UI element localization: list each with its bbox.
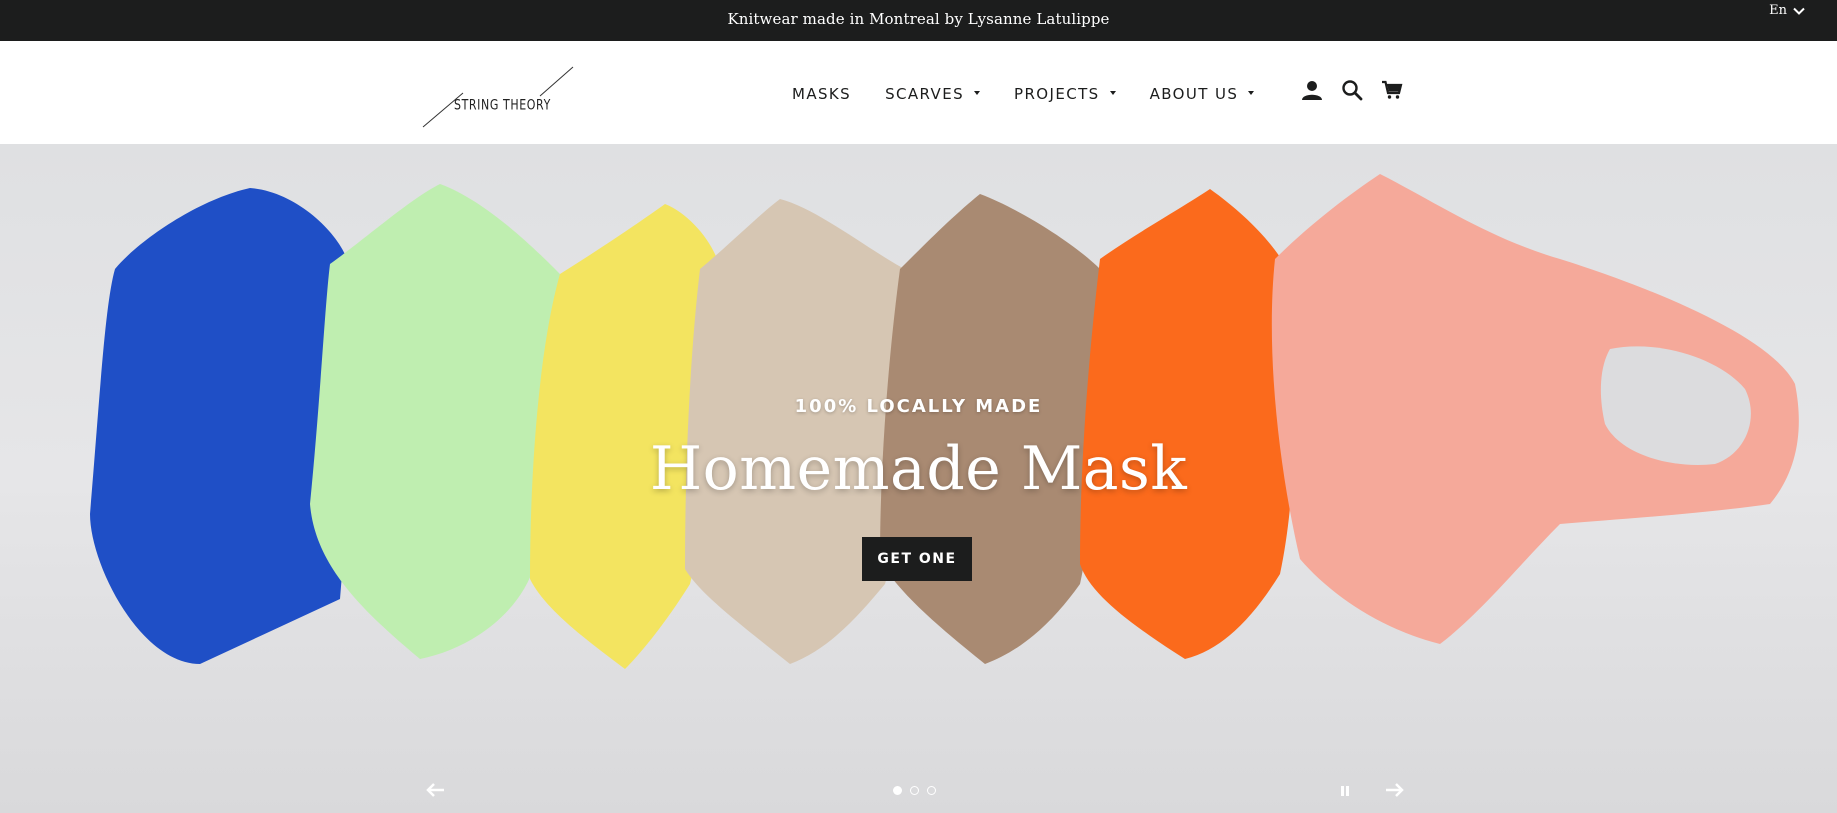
- nav-item-label: MASKS: [792, 85, 852, 103]
- slide-dot[interactable]: [927, 786, 936, 795]
- nav-item-label: ABOUT US: [1149, 85, 1239, 103]
- get-one-button[interactable]: GET ONE: [862, 537, 972, 581]
- announcement-text: Knitwear made in Montreal by Lysanne Lat…: [727, 10, 1110, 28]
- nav-item-about-us[interactable]: ABOUT US: [1150, 85, 1255, 103]
- logo-slash-icon: [422, 66, 574, 128]
- hero-subheading: 100% LOCALLY MADE: [794, 396, 1043, 417]
- hero-heading: Homemade Mask: [649, 434, 1188, 504]
- nav-item-label: SCARVES: [885, 85, 965, 103]
- caret-down-icon: [974, 91, 981, 95]
- search-icon[interactable]: [1341, 79, 1363, 101]
- language-label: En: [1769, 3, 1787, 18]
- nav-item-label: PROJECTS: [1014, 85, 1100, 103]
- main-nav: MASKS SCARVES PROJECTS ABOUT US: [792, 85, 1288, 103]
- slide-dots: [893, 786, 936, 795]
- cart-icon[interactable]: [1381, 79, 1403, 101]
- next-arrow-icon[interactable]: [1382, 780, 1406, 800]
- nav-item-projects[interactable]: PROJECTS: [1014, 85, 1116, 103]
- nav-item-masks[interactable]: MASKS: [792, 85, 851, 103]
- nav-item-scarves[interactable]: SCARVES: [885, 85, 981, 103]
- language-selector[interactable]: En: [1769, 3, 1805, 18]
- logo[interactable]: STRING THEORY: [420, 53, 576, 133]
- announcement-bar: Knitwear made in Montreal by Lysanne Lat…: [0, 0, 1837, 41]
- slide-dot[interactable]: [910, 786, 919, 795]
- slide-dot[interactable]: [893, 786, 902, 795]
- chevron-down-icon: [1793, 7, 1805, 15]
- header-icons: [1301, 79, 1403, 101]
- logo-text: STRING THEORY: [454, 97, 551, 114]
- site-header: STRING THEORY MASKS SCARVES PROJECTS ABO…: [0, 41, 1837, 144]
- caret-down-icon: [1109, 91, 1116, 95]
- pause-icon[interactable]: [1333, 780, 1357, 800]
- prev-arrow-icon[interactable]: [424, 780, 448, 800]
- hero-slideshow: 100% LOCALLY MADE Homemade Mask GET ONE: [0, 144, 1837, 813]
- caret-down-icon: [1248, 91, 1255, 95]
- account-icon[interactable]: [1301, 79, 1323, 101]
